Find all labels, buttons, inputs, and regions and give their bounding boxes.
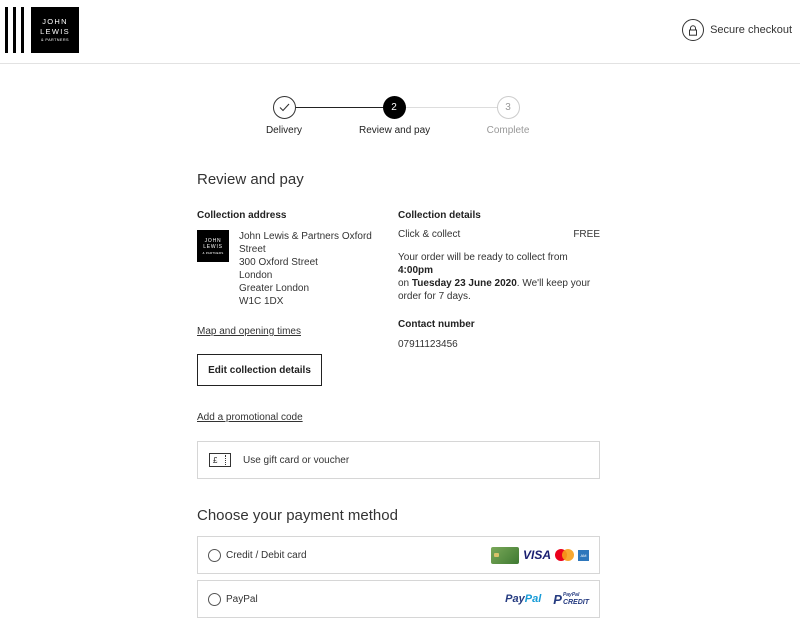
logo-stripe	[21, 7, 24, 53]
card-icon	[490, 546, 519, 564]
logo-text-lewis: LEWIS	[40, 27, 70, 36]
step-label: Delivery	[265, 125, 303, 136]
logo-text-partners: & PARTNERS	[41, 38, 69, 42]
address-line: John Lewis & Partners Oxford	[239, 231, 372, 242]
visa-logo: VISA	[522, 548, 551, 562]
mastercard-logo	[555, 549, 574, 561]
step-review-and-pay: 2 Review and pay	[359, 96, 431, 136]
store-address: John Lewis & Partners Oxford Street 300 …	[239, 230, 372, 308]
lock-icon	[682, 19, 705, 41]
paypal-p-icon: P	[553, 591, 562, 607]
step-label: Review and pay	[359, 125, 431, 136]
step-label: Complete	[486, 125, 530, 136]
map-and-opening-times-link[interactable]: Map and opening times	[197, 326, 377, 337]
paypal-radio[interactable]	[208, 592, 221, 606]
step-number: 3	[496, 96, 520, 119]
paypal-logo-pal: Pal	[524, 593, 542, 605]
pound-symbol: £	[213, 455, 218, 465]
store-logo: JOHN LEWIS & PARTNERS	[197, 230, 229, 262]
contact-number: 07911123456	[398, 339, 458, 350]
logo-stripe	[5, 7, 8, 53]
address-line: W1C 1DX	[239, 296, 284, 307]
payment-method-title: Choose your payment method	[197, 507, 398, 524]
add-promotional-code-link[interactable]: Add a promotional code	[197, 412, 303, 423]
gift-card-option[interactable]: £ Use gift card or voucher	[197, 441, 600, 479]
john-lewis-logo[interactable]: JOHN LEWIS & PARTNERS	[5, 7, 79, 53]
address-line: London	[239, 270, 273, 281]
paypal-option-label: PayPal	[226, 593, 258, 605]
address-line: Street	[239, 244, 266, 255]
collection-address-section: Collection address JOHN LEWIS & PARTNERS…	[197, 210, 377, 337]
site-header: JOHN LEWIS & PARTNERS Secure checkout	[0, 0, 800, 64]
card-logos: VISA AM	[490, 537, 589, 573]
checkout-progress: Delivery 2 Review and pay 3 Complete	[250, 96, 550, 141]
collection-details-section: Collection details Click & collect FREE …	[398, 210, 600, 350]
address-line: Greater London	[239, 283, 310, 294]
page-title: Review and pay	[197, 171, 304, 188]
ready-prefix: Your order will be ready to collect from	[398, 252, 568, 263]
payment-option-card[interactable]: Credit / Debit card VISA AM	[197, 536, 600, 574]
logo-wordmark: JOHN LEWIS & PARTNERS	[31, 7, 79, 53]
step-number: 2	[382, 96, 406, 119]
address-block: JOHN LEWIS & PARTNERS John Lewis & Partn…	[197, 230, 377, 308]
amex-logo: AM	[578, 549, 589, 561]
card-option-label: Credit / Debit card	[226, 549, 307, 561]
paypal-credit-small: PayPal	[562, 592, 580, 598]
secure-checkout-label: Secure checkout	[710, 24, 792, 36]
paypal-credit-logo: P PayPal CREDIT	[553, 592, 589, 607]
step-delivery[interactable]: Delivery	[249, 96, 319, 136]
payment-option-paypal[interactable]: PayPal PayPal P PayPal CREDIT	[197, 580, 600, 618]
collection-method-row: Click & collect FREE	[398, 229, 600, 240]
card-radio[interactable]	[208, 548, 221, 562]
paypal-logo-pay: Pay	[505, 593, 525, 605]
paypal-logos: PayPal P PayPal CREDIT	[505, 581, 589, 617]
ready-time: 4:00pm	[398, 265, 434, 276]
ready-date: Tuesday 23 June 2020	[411, 278, 517, 289]
gift-card-icon: £	[209, 453, 231, 467]
collection-method: Click & collect	[398, 229, 461, 240]
checkmark-icon	[272, 96, 296, 119]
contact-number-heading: Contact number	[398, 319, 475, 330]
secure-checkout: Secure checkout	[682, 19, 792, 41]
collection-details-heading: Collection details	[398, 210, 481, 221]
gift-card-perforation	[225, 455, 226, 465]
collection-ready-text: Your order will be ready to collect from…	[398, 251, 600, 303]
gift-card-label: Use gift card or voucher	[243, 454, 350, 466]
ready-on: on	[398, 278, 412, 289]
collection-price: FREE	[573, 229, 600, 240]
address-line: 300 Oxford Street	[239, 257, 318, 268]
step-complete: 3 Complete	[473, 96, 543, 136]
logo-stripe	[13, 7, 16, 53]
edit-collection-details-button[interactable]: Edit collection details	[197, 354, 322, 386]
store-logo-text: & PARTNERS	[202, 250, 224, 255]
paypal-credit-big: CREDIT	[562, 599, 589, 606]
logo-text-john: JOHN	[42, 17, 68, 26]
paypal-logo: PayPal	[505, 593, 541, 605]
collection-address-heading: Collection address	[197, 210, 287, 221]
